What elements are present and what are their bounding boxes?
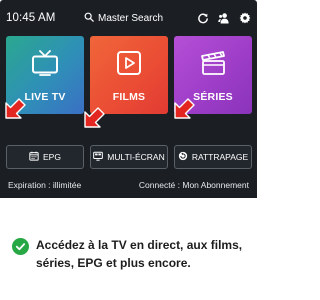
clock: 10:45 AM (6, 12, 56, 24)
clapperboard-icon (199, 50, 227, 76)
check-icon (12, 238, 29, 255)
profile-icon[interactable] (218, 12, 230, 24)
multiscreen-button[interactable]: MULTI-ÉCRAN (90, 145, 168, 169)
gear-icon[interactable] (239, 12, 251, 24)
epg-button[interactable]: EPG (6, 145, 84, 169)
catchup-button[interactable]: RATTRAPAGE (174, 145, 252, 169)
top-actions (197, 12, 251, 24)
calendar-icon (29, 151, 39, 163)
multiscreen-icon (93, 151, 104, 163)
tv-icon (31, 50, 59, 76)
account-status-text: Connecté : Mon Abonnement (138, 180, 249, 190)
caption-text: Accédez à la TV en direct, aux films, sé… (36, 238, 243, 270)
refresh-icon[interactable] (197, 12, 209, 24)
play-icon (115, 50, 143, 76)
search-icon (84, 12, 94, 25)
epg-label: EPG (43, 152, 61, 162)
search-label: Master Search (98, 12, 164, 24)
tile-films-label: FILMS (112, 91, 146, 103)
arrow-pointer-films (83, 107, 105, 129)
screenshot-frame: 10:45 AM Master Search LIVE TV FILMS SÉR… (0, 0, 257, 300)
expiration-text: Expiration : illimitée (8, 180, 82, 190)
arrow-pointer-live-tv (4, 98, 26, 120)
top-bar: 10:45 AM Master Search (6, 8, 251, 28)
multiscreen-label: MULTI-ÉCRAN (107, 152, 165, 162)
app-home-screen: 10:45 AM Master Search LIVE TV FILMS SÉR… (0, 0, 257, 198)
feature-caption: Accédez à la TV en direct, aux films, sé… (12, 236, 247, 272)
master-search-button[interactable]: Master Search (84, 12, 163, 25)
tile-films[interactable]: FILMS (90, 36, 168, 114)
catchup-label: RATTRAPAGE (191, 152, 249, 162)
arrow-pointer-series (173, 98, 195, 120)
replay-icon (178, 151, 188, 163)
account-footer: Expiration : illimitée Connecté : Mon Ab… (8, 180, 249, 190)
